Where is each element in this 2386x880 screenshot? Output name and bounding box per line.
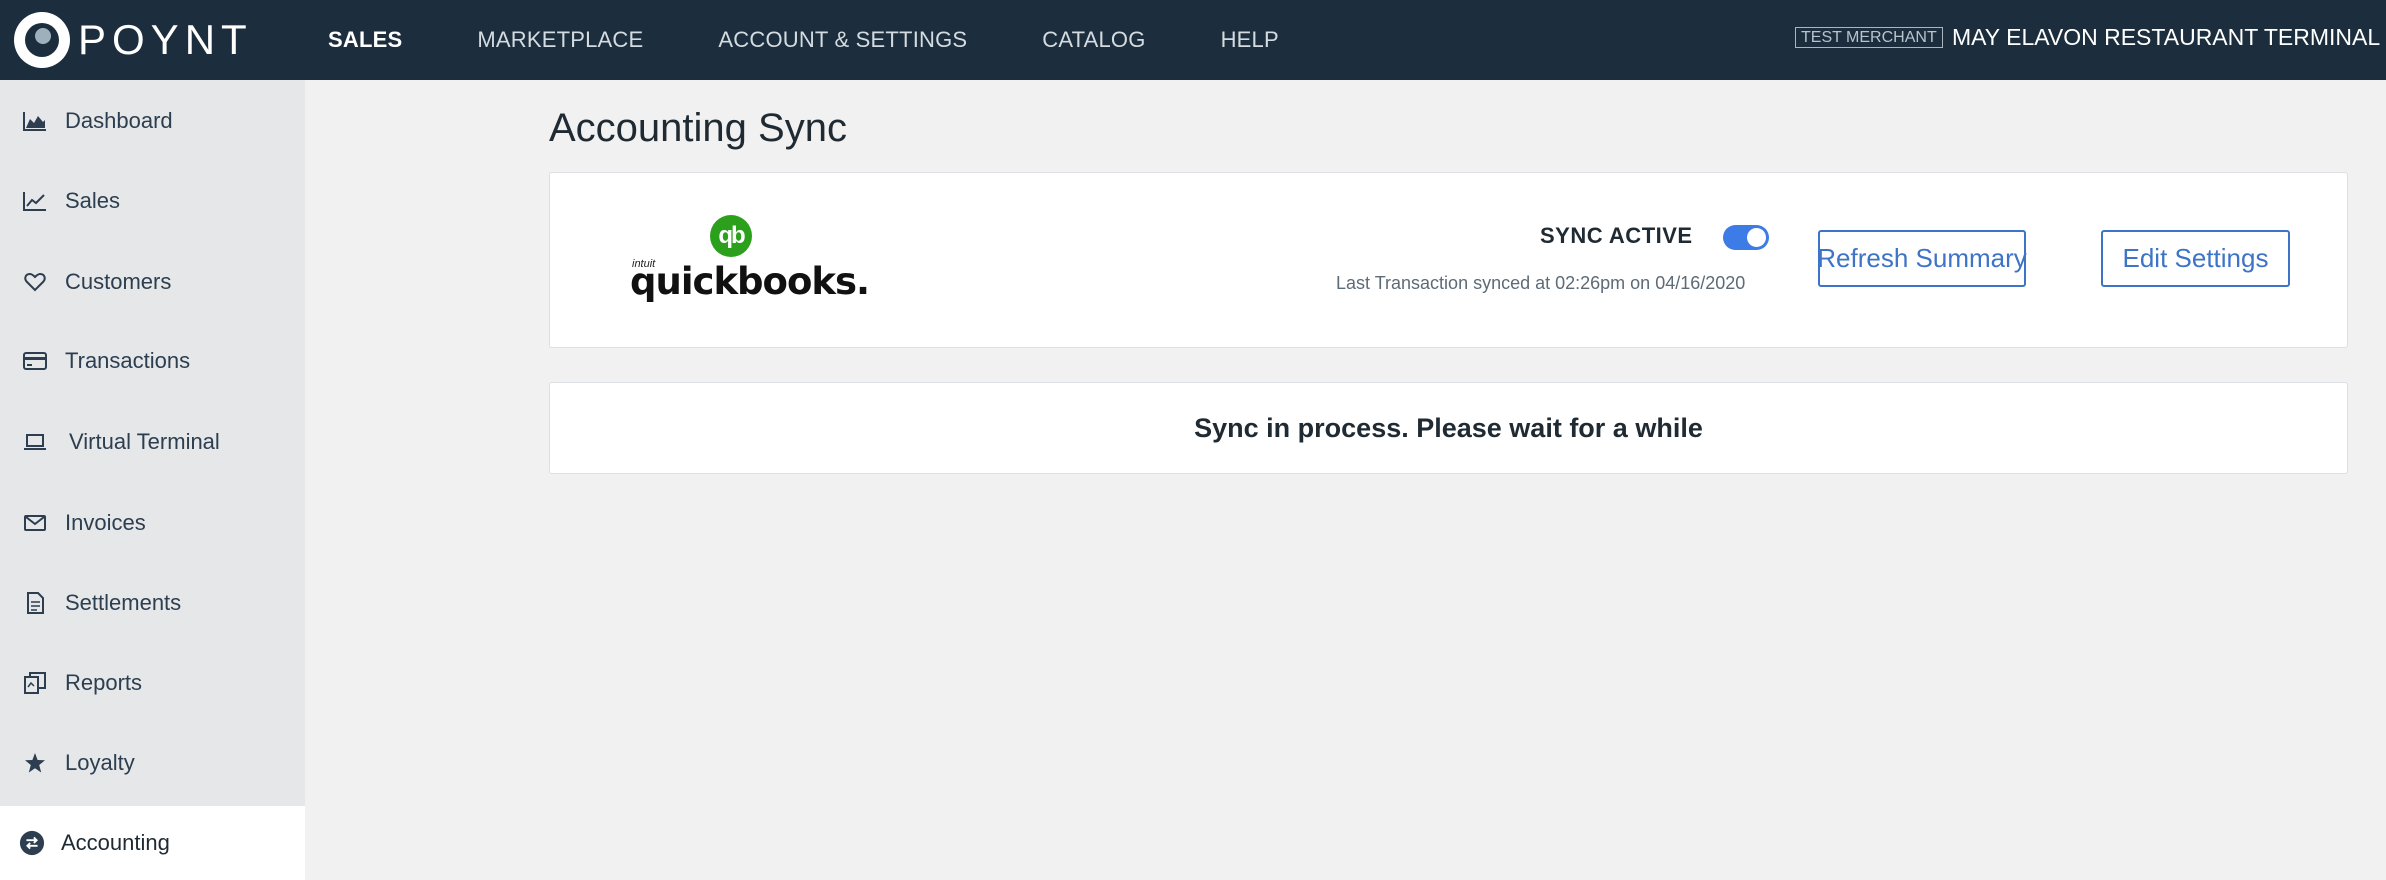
quickbooks-mark: qb	[710, 215, 752, 257]
sidebar-item-label: Customers	[65, 269, 172, 294]
test-merchant-badge: TEST MERCHANT	[1795, 27, 1943, 48]
topnav-help[interactable]: HELP	[1221, 27, 1279, 53]
star-icon	[22, 750, 48, 776]
sidebar-item-settlements[interactable]: Settlements	[0, 573, 305, 633]
sidebar-item-label: Settlements	[65, 590, 182, 615]
sidebar-item-label: Accounting	[61, 830, 170, 855]
sidebar-item-label: Reports	[65, 670, 143, 695]
sidebar-item-accounting[interactable]: Accounting	[0, 806, 305, 880]
sync-status-card: Sync in process. Please wait for a while	[549, 382, 2348, 474]
sidebar-item-label: Virtual Terminal	[69, 429, 220, 454]
heart-icon	[22, 269, 48, 295]
sync-toggle[interactable]	[1723, 225, 1769, 250]
sidebar-item-transactions[interactable]: Transactions	[0, 331, 305, 391]
sidebar-item-customers[interactable]: Customers	[0, 252, 305, 312]
sync-status-message: Sync in process. Please wait for a while	[1194, 412, 1703, 443]
sidebar-item-label: Loyalty	[65, 750, 135, 775]
sidebar-item-label: Invoices	[65, 510, 146, 535]
page-title: Accounting Sync	[549, 106, 847, 150]
top-navbar: POYNT SALES MARKETPLACE ACCOUNT & SETTIN…	[0, 0, 2386, 80]
laptop-icon	[22, 429, 48, 455]
area-chart-icon	[22, 108, 48, 134]
envelope-icon	[22, 510, 48, 536]
credit-card-icon	[22, 348, 48, 374]
quickbooks-wordmark: quickbooks.	[630, 260, 870, 303]
topnav-sales[interactable]: SALES	[328, 27, 402, 53]
sidebar-item-label: Dashboard	[65, 108, 173, 133]
reports-icon	[22, 670, 48, 696]
top-nav: SALES MARKETPLACE ACCOUNT & SETTINGS CAT…	[328, 0, 1354, 80]
sidebar-item-invoices[interactable]: Invoices	[0, 493, 305, 553]
sidebar-item-label: Transactions	[65, 348, 191, 373]
sidebar-item-loyalty[interactable]: Loyalty	[0, 733, 305, 793]
sync-icon	[19, 830, 45, 856]
integration-card: qb intuit quickbooks. SYNC ACTIVE Last T…	[549, 172, 2348, 348]
topnav-account-settings[interactable]: ACCOUNT & SETTINGS	[718, 27, 967, 53]
sidebar-item-dashboard[interactable]: Dashboard	[0, 91, 305, 151]
last-sync-text: Last Transaction synced at 02:26pm on 04…	[1336, 273, 1746, 293]
line-chart-icon	[22, 188, 48, 214]
document-icon	[22, 590, 48, 616]
edit-settings-button[interactable]: Edit Settings	[2101, 230, 2290, 287]
merchant-name[interactable]: MAY ELAVON RESTAURANT TERMINAL CAF	[1952, 24, 2386, 51]
sidebar-item-label: Sales	[65, 188, 121, 213]
poynt-logo[interactable]: POYNT	[14, 11, 253, 69]
sidebar: Dashboard Sales Customers Transactions V…	[0, 80, 305, 880]
brand-name: POYNT	[78, 16, 253, 63]
sync-status-label: SYNC ACTIVE	[1540, 223, 1693, 248]
refresh-summary-button[interactable]: Refresh Summary	[1817, 230, 2027, 287]
sidebar-item-virtual-terminal[interactable]: Virtual Terminal	[0, 412, 305, 472]
sidebar-item-reports[interactable]: Reports	[0, 653, 305, 713]
topnav-catalog[interactable]: CATALOG	[1042, 27, 1145, 53]
topnav-marketplace[interactable]: MARKETPLACE	[477, 27, 643, 53]
sidebar-item-sales[interactable]: Sales	[0, 171, 305, 231]
poynt-logo-mark	[14, 12, 70, 68]
quickbooks-logo: qb intuit quickbooks.	[630, 215, 870, 305]
